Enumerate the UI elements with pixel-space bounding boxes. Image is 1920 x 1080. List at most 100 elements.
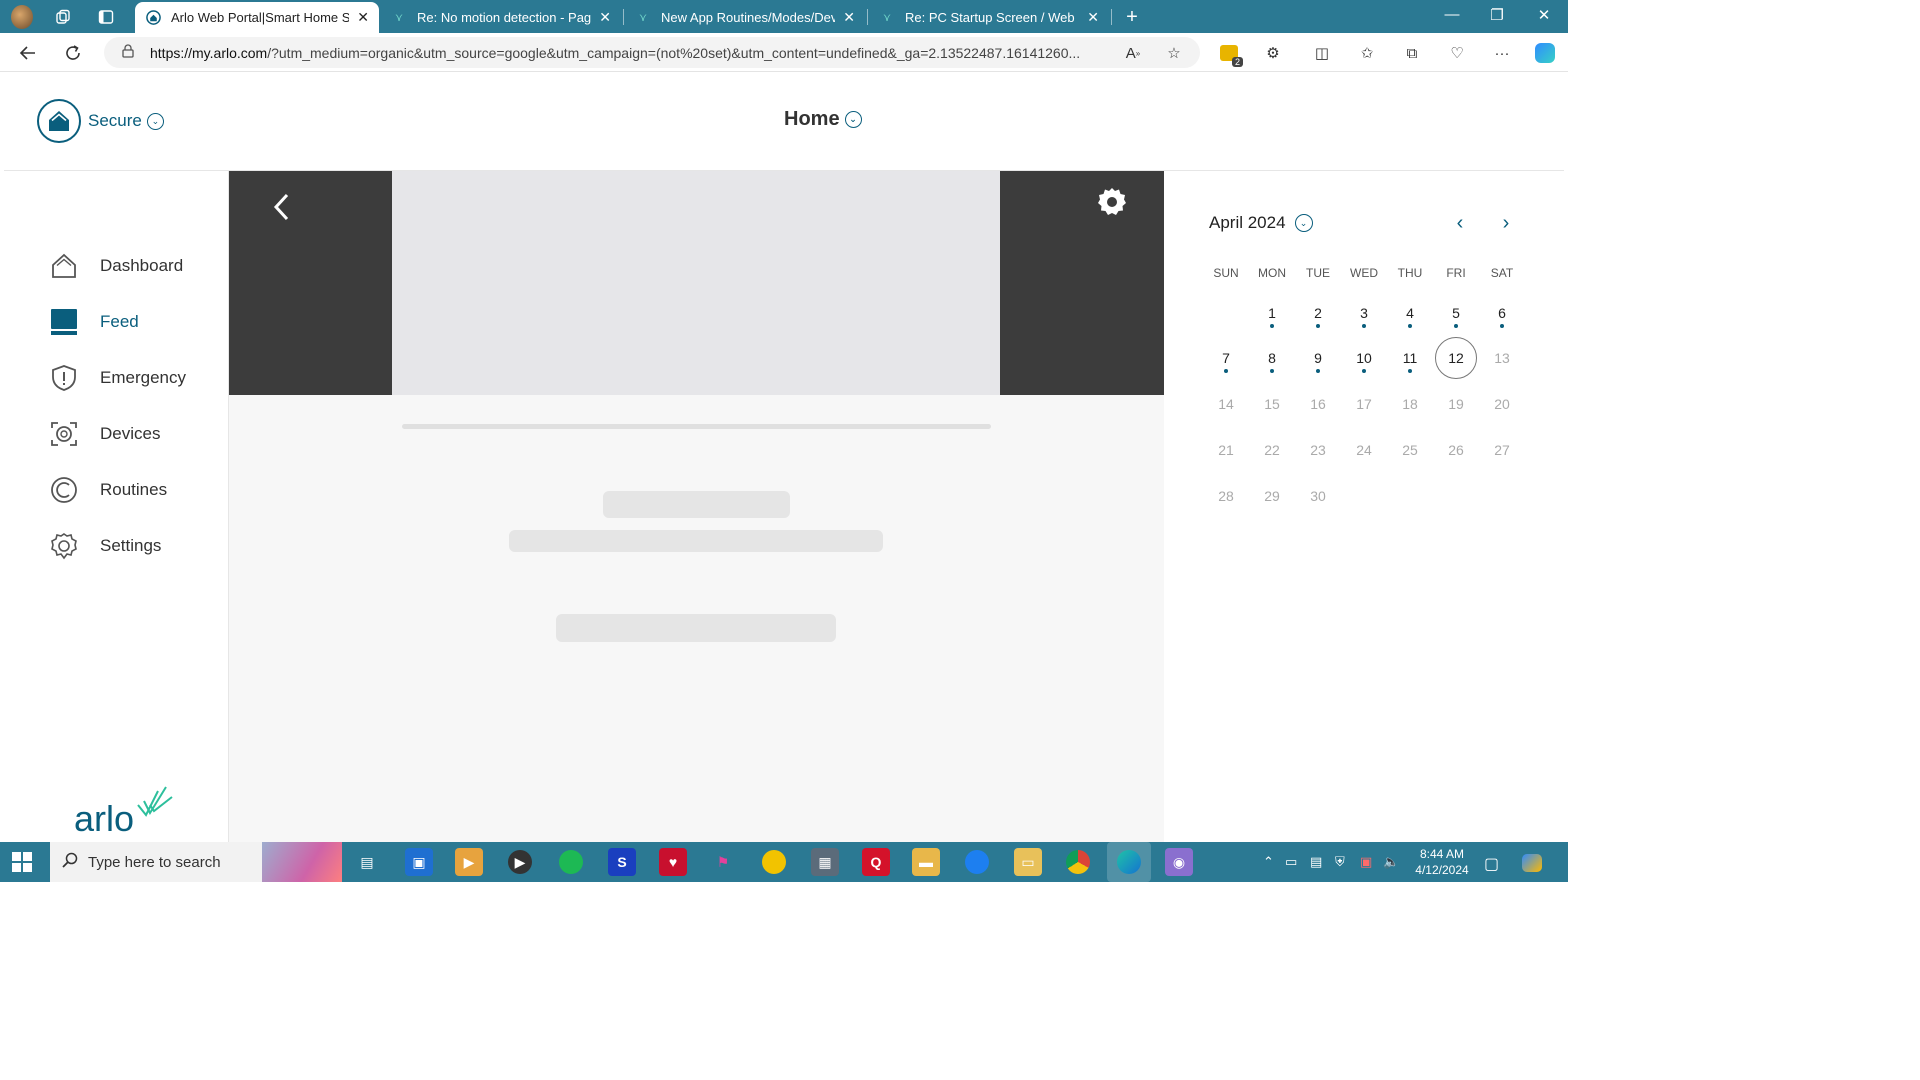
iheart-icon[interactable]: ♥: [659, 848, 687, 876]
extensions-icon[interactable]: ⚙: [1262, 42, 1284, 64]
location-selector[interactable]: Home ⌄: [784, 108, 862, 131]
minimize-icon[interactable]: —: [1432, 6, 1472, 23]
close-tab-icon[interactable]: ✕: [843, 9, 855, 26]
tab-app-routines[interactable]: ⋎ New App Routines/Modes/Devic ✕: [625, 2, 865, 33]
sidebar-item-feed[interactable]: Feed: [50, 305, 139, 339]
calendar-day-6[interactable]: 6: [1479, 293, 1525, 333]
calendar-day-3[interactable]: 3: [1341, 293, 1387, 333]
play-circle-icon[interactable]: ▶: [506, 848, 534, 876]
calculator-icon[interactable]: ▦: [811, 848, 839, 876]
day-number: 13: [1494, 350, 1510, 366]
restore-icon[interactable]: ❐: [1477, 6, 1517, 24]
split-screen-icon[interactable]: ◫: [1311, 42, 1333, 64]
browser-essentials-icon[interactable]: ♡: [1446, 42, 1468, 64]
arlo-favicon-icon: [145, 10, 161, 26]
close-window-icon[interactable]: ✕: [1524, 6, 1564, 24]
community-favicon-icon: ⋎: [882, 12, 892, 24]
tab-pc-startup[interactable]: ⋎ Re: PC Startup Screen / Web Port ✕: [869, 2, 1109, 33]
close-tab-icon[interactable]: ✕: [599, 9, 611, 26]
lock-icon[interactable]: [122, 44, 134, 61]
calendar-day-10[interactable]: 10: [1341, 338, 1387, 378]
favorites-icon[interactable]: ✩: [1356, 42, 1378, 64]
clock-time: 8:44 AM: [1419, 847, 1465, 861]
day-number: 16: [1310, 396, 1326, 412]
calendar-day-5[interactable]: 5: [1433, 293, 1479, 333]
close-tab-icon[interactable]: ✕: [1087, 9, 1099, 26]
show-hidden-icons-icon[interactable]: ⌃: [1263, 854, 1274, 870]
file-explorer-icon[interactable]: ▬: [912, 848, 940, 876]
new-tab-icon[interactable]: +: [1121, 6, 1143, 28]
next-month-icon[interactable]: ›: [1494, 211, 1518, 235]
tray-app-red-icon[interactable]: ▣: [1360, 854, 1372, 870]
loading-progress-bar: [402, 424, 991, 429]
tab-arlo-portal[interactable]: Arlo Web Portal|Smart Home Sec ✕: [135, 2, 379, 33]
copilot-icon[interactable]: [1534, 42, 1556, 64]
copilot-taskbar-icon[interactable]: [1522, 854, 1542, 875]
prev-month-icon[interactable]: ‹: [1448, 211, 1472, 235]
app-icon-game[interactable]: ◉: [1165, 848, 1193, 876]
secure-home-icon[interactable]: [37, 99, 81, 143]
app-icon-s[interactable]: S: [608, 848, 636, 876]
browser-tab-bar: Arlo Web Portal|Smart Home Sec ✕ ⋎ Re: N…: [0, 0, 1568, 33]
app-icon-flag[interactable]: ⚑: [709, 848, 737, 876]
security-shield-icon[interactable]: ⛨: [1335, 854, 1345, 870]
extension-badge-icon[interactable]: 2: [1218, 42, 1243, 67]
app-icon-q[interactable]: Q: [862, 848, 890, 876]
network-monitor-icon[interactable]: ▭: [1285, 854, 1297, 870]
weekday-label: SUN: [1213, 266, 1239, 280]
favorite-star-icon[interactable]: ☆: [1163, 42, 1185, 64]
edge-icon[interactable]: [1107, 842, 1151, 882]
back-arrow-icon[interactable]: [267, 189, 295, 225]
chat-icon[interactable]: [963, 848, 991, 876]
search-icon: [62, 852, 78, 872]
app-icon-yellow[interactable]: [760, 848, 788, 876]
media-player-icon[interactable]: ▶: [455, 848, 483, 876]
event-dot: [1408, 324, 1412, 328]
volume-icon[interactable]: 🔈: [1383, 854, 1399, 870]
spotify-icon[interactable]: [557, 848, 585, 876]
calendar-day-9[interactable]: 9: [1295, 338, 1341, 378]
task-view-icon[interactable]: ▤: [353, 848, 381, 876]
weekday-label: FRI: [1446, 266, 1466, 280]
back-icon[interactable]: [16, 41, 40, 65]
calendar-day-1[interactable]: 1: [1249, 293, 1295, 333]
chrome-icon[interactable]: [1064, 848, 1092, 876]
folder-icon[interactable]: ▭: [1014, 848, 1042, 876]
sidebar-item-routines[interactable]: Routines: [50, 473, 167, 507]
calendar-day-4[interactable]: 4: [1387, 293, 1433, 333]
sidebar-item-settings[interactable]: Settings: [50, 529, 161, 563]
collections-icon[interactable]: ⧉: [1401, 42, 1423, 64]
sidebar-item-devices[interactable]: Devices: [50, 417, 160, 451]
weekday-label: MON: [1258, 266, 1286, 280]
sidebar-item-dashboard[interactable]: Dashboard: [50, 249, 183, 283]
day-number: 18: [1402, 396, 1418, 412]
month-selector[interactable]: April 2024 ⌄: [1209, 213, 1313, 233]
skeleton-title: [603, 491, 790, 518]
system-clock[interactable]: 8:44 AM 4/12/2024: [1404, 846, 1480, 878]
app-icon-blue-square[interactable]: ▣: [405, 848, 433, 876]
sidebar-item-emergency[interactable]: Emergency: [50, 361, 186, 395]
calendar-day-2[interactable]: 2: [1295, 293, 1341, 333]
refresh-icon[interactable]: [61, 41, 85, 65]
tray-app-icon[interactable]: ▤: [1310, 854, 1322, 870]
close-tab-icon[interactable]: ✕: [357, 9, 369, 26]
mode-selector[interactable]: Secure ⌄: [88, 111, 164, 131]
calendar-day-11[interactable]: 11: [1387, 338, 1433, 378]
read-aloud-icon[interactable]: A»: [1122, 42, 1144, 64]
sidebar-item-label: Devices: [100, 424, 161, 443]
more-menu-icon[interactable]: ···: [1491, 42, 1513, 64]
address-bar[interactable]: https://my.arlo.com/?utm_medium=organic&…: [104, 37, 1200, 68]
workspaces-icon[interactable]: [52, 6, 74, 28]
calendar-day-12[interactable]: 12: [1433, 337, 1479, 379]
viewer-settings-gear-icon[interactable]: [1097, 187, 1129, 219]
tab-motion-detection[interactable]: ⋎ Re: No motion detection - Page ✕: [381, 2, 621, 33]
calendar-day-7[interactable]: 7: [1203, 338, 1249, 378]
profile-avatar[interactable]: [11, 5, 33, 29]
taskbar-search[interactable]: Type here to search: [50, 842, 342, 882]
notifications-icon[interactable]: ▢: [1484, 854, 1499, 874]
tab-actions-icon[interactable]: [95, 6, 117, 28]
calendar-day-8[interactable]: 8: [1249, 338, 1295, 378]
weekday-label: THU: [1397, 266, 1423, 280]
windows-start-icon[interactable]: [12, 852, 34, 874]
community-favicon-icon: ⋎: [638, 12, 648, 24]
